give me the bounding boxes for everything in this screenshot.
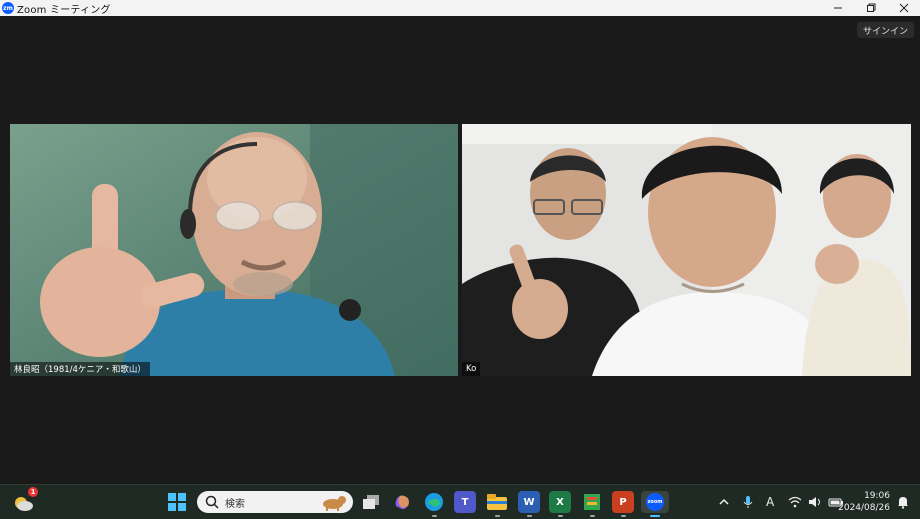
participant-video-2 (462, 124, 911, 376)
wifi-icon[interactable] (788, 496, 802, 508)
copilot-icon[interactable] (391, 491, 413, 513)
signin-button[interactable]: サインイン (856, 22, 914, 38)
running-indicator (620, 515, 626, 517)
microphone-icon[interactable] (742, 495, 754, 509)
running-indicator (557, 515, 563, 517)
clock-time: 19:06 (864, 491, 890, 501)
search-highlight-dog-icon (323, 496, 346, 511)
system-tray: A (718, 485, 844, 519)
minimize-icon (833, 7, 842, 9)
zoom-logo-icon: zm (2, 2, 14, 14)
participant-name-label: 林良昭（1981/4ケニア・和歌山） (10, 362, 150, 376)
volume-icon[interactable] (808, 496, 822, 508)
notification-bell-icon[interactable] (896, 495, 910, 509)
start-icon[interactable] (166, 491, 188, 513)
video-tile-1[interactable]: 林良昭（1981/4ケニア・和歌山） (10, 124, 458, 376)
participant-name-label: Ko (462, 362, 481, 376)
minimize-button[interactable] (821, 0, 854, 16)
taskbar-clock[interactable]: 19:06 2024/08/26 (838, 490, 890, 514)
edge-icon[interactable] (423, 491, 445, 517)
taskbar: 1 検索 T W X P zoom A 19:06 2024/08/26 (0, 484, 920, 519)
ime-indicator[interactable]: A (766, 495, 774, 509)
close-button[interactable] (887, 0, 920, 16)
search-icon (205, 495, 219, 509)
running-indicator (589, 515, 595, 517)
word-icon[interactable]: W (518, 491, 540, 517)
notification-badge: 1 (28, 487, 38, 497)
file-explorer-icon[interactable] (486, 491, 508, 517)
window-controls (821, 0, 920, 16)
chevron-up-icon[interactable] (718, 496, 730, 508)
video-tile-2[interactable]: Ko (462, 124, 911, 376)
teams-icon[interactable]: T (454, 491, 476, 513)
sheets-icon[interactable] (581, 491, 603, 517)
zoom-icon[interactable]: zoom (641, 491, 669, 517)
clock-date: 2024/08/26 (838, 503, 890, 513)
running-indicator (494, 515, 500, 517)
window-title: Zoom ミーティング (17, 4, 111, 16)
weather-widget-icon[interactable]: 1 (12, 487, 38, 513)
participant-video-1 (10, 124, 458, 376)
task-view-icon[interactable] (360, 491, 382, 513)
excel-icon[interactable]: X (549, 491, 571, 517)
running-indicator (431, 515, 437, 517)
close-icon (899, 3, 908, 13)
search-placeholder: 検索 (225, 498, 245, 510)
title-bar: zm Zoom ミーティング (0, 0, 920, 16)
powerpoint-icon[interactable]: P (612, 491, 634, 517)
active-indicator (650, 515, 660, 517)
restore-icon (866, 3, 875, 12)
taskbar-search-box[interactable]: 検索 (197, 491, 353, 513)
running-indicator (526, 515, 532, 517)
restore-button[interactable] (854, 0, 887, 16)
